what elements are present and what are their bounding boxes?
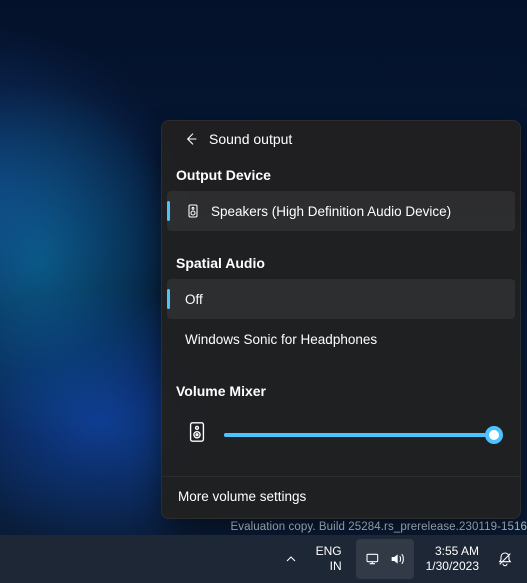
quick-settings-button[interactable] [356,539,414,579]
sound-output-flyout: Sound output Output Device Speakers (Hig… [161,120,521,519]
flyout-title: Sound output [209,131,292,147]
language-line1: ENG [316,544,342,559]
more-volume-settings-link[interactable]: More volume settings [162,476,520,518]
output-device-heading: Output Device [162,161,520,191]
output-device-label: Speakers (High Definition Audio Device) [211,204,451,219]
spatial-audio-option-off[interactable]: Off [167,279,515,319]
flyout-header: Sound output [162,121,520,157]
network-icon [365,551,381,567]
slider-fill [224,433,494,437]
bell-dnd-icon [497,551,513,567]
volume-icon [389,551,405,567]
more-volume-settings-label: More volume settings [178,489,306,504]
output-device-option[interactable]: Speakers (High Definition Audio Device) [167,191,515,231]
flyout-body: Output Device Speakers (High Definition … [162,157,520,476]
volume-mixer-heading: Volume Mixer [162,377,520,407]
taskbar-time: 3:55 AM [435,544,479,559]
desktop-background: Evaluation copy. Build 25284.rs_prerelea… [0,0,527,583]
speaker-device-icon [185,203,201,219]
spatial-audio-sonic-label: Windows Sonic for Headphones [185,332,377,347]
taskbar: ENG IN 3:55 AM 1/30/2023 [0,535,527,583]
arrow-left-icon [183,131,199,147]
tray-overflow-button[interactable] [276,539,306,579]
back-button[interactable] [176,124,206,154]
volume-mixer-row [162,407,520,468]
spatial-audio-off-label: Off [185,292,203,307]
chevron-up-icon [283,551,299,567]
notifications-button[interactable] [487,539,523,579]
evaluation-watermark: Evaluation copy. Build 25284.rs_prerelea… [230,521,527,533]
slider-thumb[interactable] [485,426,503,444]
spatial-audio-heading: Spatial Audio [162,249,520,279]
clock-button[interactable]: 3:55 AM 1/30/2023 [418,544,487,574]
taskbar-date: 1/30/2023 [426,559,479,574]
language-indicator[interactable]: ENG IN [306,544,352,574]
spatial-audio-option-sonic[interactable]: Windows Sonic for Headphones [167,319,515,359]
mixer-speaker-icon [186,419,208,450]
language-line2: IN [330,559,342,574]
master-volume-slider[interactable] [224,426,502,444]
